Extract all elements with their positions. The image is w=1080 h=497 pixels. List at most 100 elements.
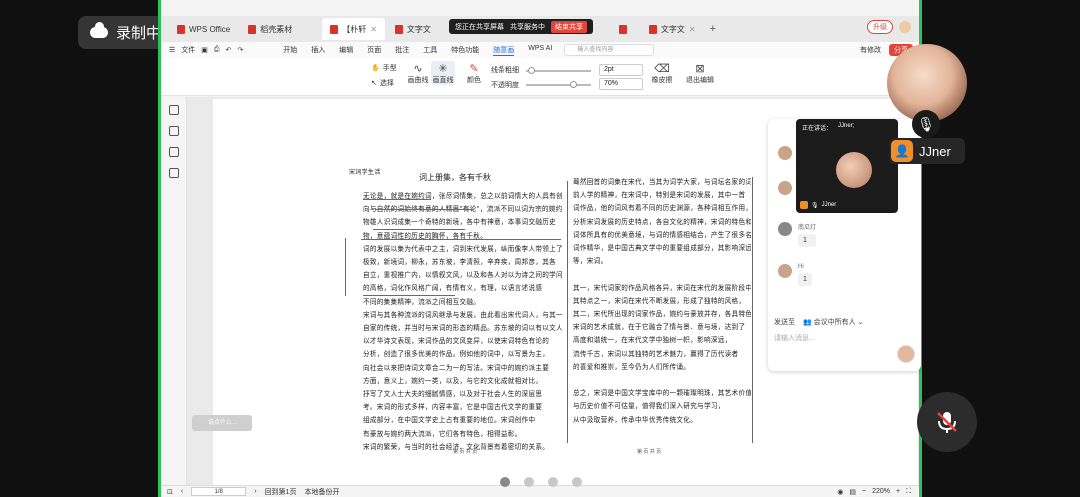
zoom-level[interactable]: 220%: [872, 488, 890, 495]
upgrade-button[interactable]: 升级: [867, 20, 893, 34]
tab-features[interactable]: 特色功能: [451, 45, 479, 56]
prev-page-icon[interactable]: ‹: [181, 488, 183, 495]
print-icon[interactable]: ⎙: [214, 46, 220, 54]
handwritten-line: 自立，重视推广内，以情叙文风，以及和各人对以为诗之间的学问: [363, 271, 563, 280]
tab-insert[interactable]: 插入: [311, 45, 325, 56]
backup-status[interactable]: 本地备份开: [304, 487, 339, 497]
line-weight-label: 线条粗细: [491, 67, 519, 74]
avatar[interactable]: [897, 345, 915, 363]
handwritten-line: 蓦然回首的词集在宋代，当其为词学大家，与词坛名家的词: [573, 178, 751, 186]
speaker-tile[interactable]: 正在讲话： JJner; 🎙 JJner: [796, 119, 898, 213]
slider-knob[interactable]: [570, 81, 577, 88]
tab-comment[interactable]: 批注: [395, 45, 409, 56]
chevron-down-icon: ⌄: [857, 319, 864, 326]
handwritten-line: 其一，宋代词家的作品风格各异，宋词在宋代的发展阶段中: [573, 283, 751, 292]
draw-toolbar: ✋ 手型 ↖ 选择 ∿ 画曲线 ✳ 画直线 ✎ 颜色 线条粗细 2pt 不透明度…: [161, 58, 919, 96]
exit-edit-tool[interactable]: ⊠ 退出编辑: [685, 61, 715, 85]
tab-draw[interactable]: 随意画: [493, 45, 515, 56]
search-input[interactable]: 输入查找内容: [564, 44, 655, 56]
ghost-input[interactable]: 说点什么...: [192, 415, 252, 431]
message-text: 1: [798, 273, 812, 286]
bookmark-icon[interactable]: [168, 105, 179, 115]
page-dot[interactable]: [572, 477, 582, 487]
close-icon[interactable]: ✕: [689, 25, 696, 34]
hand-tool[interactable]: ✋ 手型: [371, 63, 397, 73]
tab-bar: WPS Office 稻壳素材 【朴轩 ✕ 文字文 文字文 ✕ + 您正在共享屏…: [161, 16, 919, 42]
page-dot[interactable]: [524, 477, 534, 487]
eraser-tool[interactable]: ⌫ 橡皮擦: [649, 61, 675, 85]
chat-input[interactable]: 请输入消息...: [774, 333, 815, 343]
handwritten-line: 考。宋词的形式多样，内容丰富，它是中国古代文学的重要: [363, 403, 543, 412]
mute-button[interactable]: [917, 392, 977, 452]
select-tool[interactable]: ↖ 选择: [371, 78, 394, 88]
handwritten-line: 宋词的艺术成就，在于它融合了情与景、意与境，达到了: [573, 323, 746, 332]
comment-icon[interactable]: [168, 147, 179, 157]
thumbnail-icon[interactable]: [168, 126, 179, 136]
mic-icon[interactable]: 🎙: [912, 110, 940, 138]
opacity-select[interactable]: 70%: [599, 78, 643, 90]
handwritten-line: 词作品，他的词风有着不同的历史渊源，各种词相互作用，: [573, 204, 751, 213]
tab-document-3[interactable]: [611, 18, 639, 40]
menu-icon[interactable]: ☰: [169, 46, 175, 54]
page-input[interactable]: 1/8: [191, 487, 247, 496]
changes-indicator[interactable]: 有修改: [860, 45, 881, 55]
host-badge-icon: [800, 201, 808, 209]
tab-start[interactable]: 开始: [283, 45, 297, 56]
back-to-first[interactable]: 回到第1页: [265, 487, 297, 497]
tab-wps-ai[interactable]: WPS AI: [528, 45, 552, 56]
screen-share-bar: 您正在共享屏幕 共享服务中 结束共享: [449, 19, 593, 34]
send-to-row[interactable]: 发送至 👥 会议中所有人 ⌄: [774, 317, 863, 327]
save-icon[interactable]: ▣: [201, 46, 208, 54]
page-dot[interactable]: [500, 477, 510, 487]
handwritten-line: 不同的集集精神，流派之间相互交融。: [363, 297, 481, 306]
slider-knob[interactable]: [528, 67, 535, 74]
curve-pen-icon: ∿: [413, 62, 423, 75]
handwritten-line: 与历史价值不可估量，值得我们深入研究与学习，: [573, 402, 725, 411]
message-text: 1: [798, 234, 817, 247]
avatar[interactable]: [899, 21, 911, 33]
undo-icon[interactable]: ↶: [226, 46, 232, 54]
doc-icon: [394, 24, 403, 34]
eraser-icon: ⌫: [654, 62, 670, 75]
redo-icon[interactable]: ↷: [237, 46, 243, 54]
pointer-icon: ↖: [371, 80, 377, 87]
tab-document-4[interactable]: 文字文 ✕: [641, 18, 704, 40]
layout-icon[interactable]: ▤: [849, 488, 856, 496]
next-page-icon[interactable]: ›: [254, 488, 256, 495]
color-tool[interactable]: ✎ 颜色: [464, 61, 484, 85]
tab-tools[interactable]: 工具: [423, 45, 437, 56]
zoom-out-icon[interactable]: −: [862, 488, 866, 495]
red-underline: [361, 239, 561, 241]
opacity-slider[interactable]: [526, 81, 591, 88]
recording-label: 录制中: [116, 25, 162, 42]
tab-page[interactable]: 页面: [367, 45, 381, 56]
handwritten-line: 词作精华，是中国古典文学中的重要组成部分，其影响深远: [573, 244, 751, 252]
handwritten-line: 分析，创造了很多优美的作品。例如他的词中，以写景为主，: [363, 350, 550, 359]
tab-wps-office[interactable]: WPS Office: [169, 18, 238, 40]
wps-icon: [177, 24, 185, 34]
speaking-label: 正在讲话：: [802, 126, 833, 132]
stop-share-button[interactable]: 结束共享: [551, 20, 587, 33]
tab-document-2[interactable]: 文字文: [387, 18, 439, 40]
close-icon[interactable]: ✕: [370, 25, 377, 34]
tab-edit[interactable]: 编辑: [339, 45, 353, 56]
fullscreen-icon[interactable]: ⛶: [906, 488, 911, 496]
file-menu[interactable]: 文件: [181, 45, 195, 55]
nav-icon[interactable]: ⊡: [167, 488, 173, 496]
line-weight-select[interactable]: 2pt: [599, 64, 643, 76]
pages-icon[interactable]: [168, 168, 179, 178]
avatar: [778, 181, 792, 195]
curve-pen-tool[interactable]: ∿ 画曲线: [407, 61, 429, 85]
line-pen-tool[interactable]: ✳ 画直线: [431, 61, 455, 85]
share-meeting[interactable]: 共享服务中: [510, 22, 545, 32]
handwritten-line: 前人学的精神，在宋词中，特别是宋词的发展，其中一首: [573, 191, 746, 200]
page-dot[interactable]: [548, 477, 558, 487]
tab-active-document[interactable]: 【朴轩 ✕: [322, 18, 385, 40]
hand-icon: ✋: [371, 65, 380, 72]
add-tab-icon[interactable]: +: [710, 23, 716, 35]
view-icon[interactable]: ◉: [837, 488, 843, 496]
tab-docer[interactable]: 稻壳素材: [240, 18, 300, 40]
line-weight-slider[interactable]: [526, 67, 591, 74]
left-sidebar: [161, 97, 187, 485]
zoom-in-icon[interactable]: +: [896, 488, 900, 495]
